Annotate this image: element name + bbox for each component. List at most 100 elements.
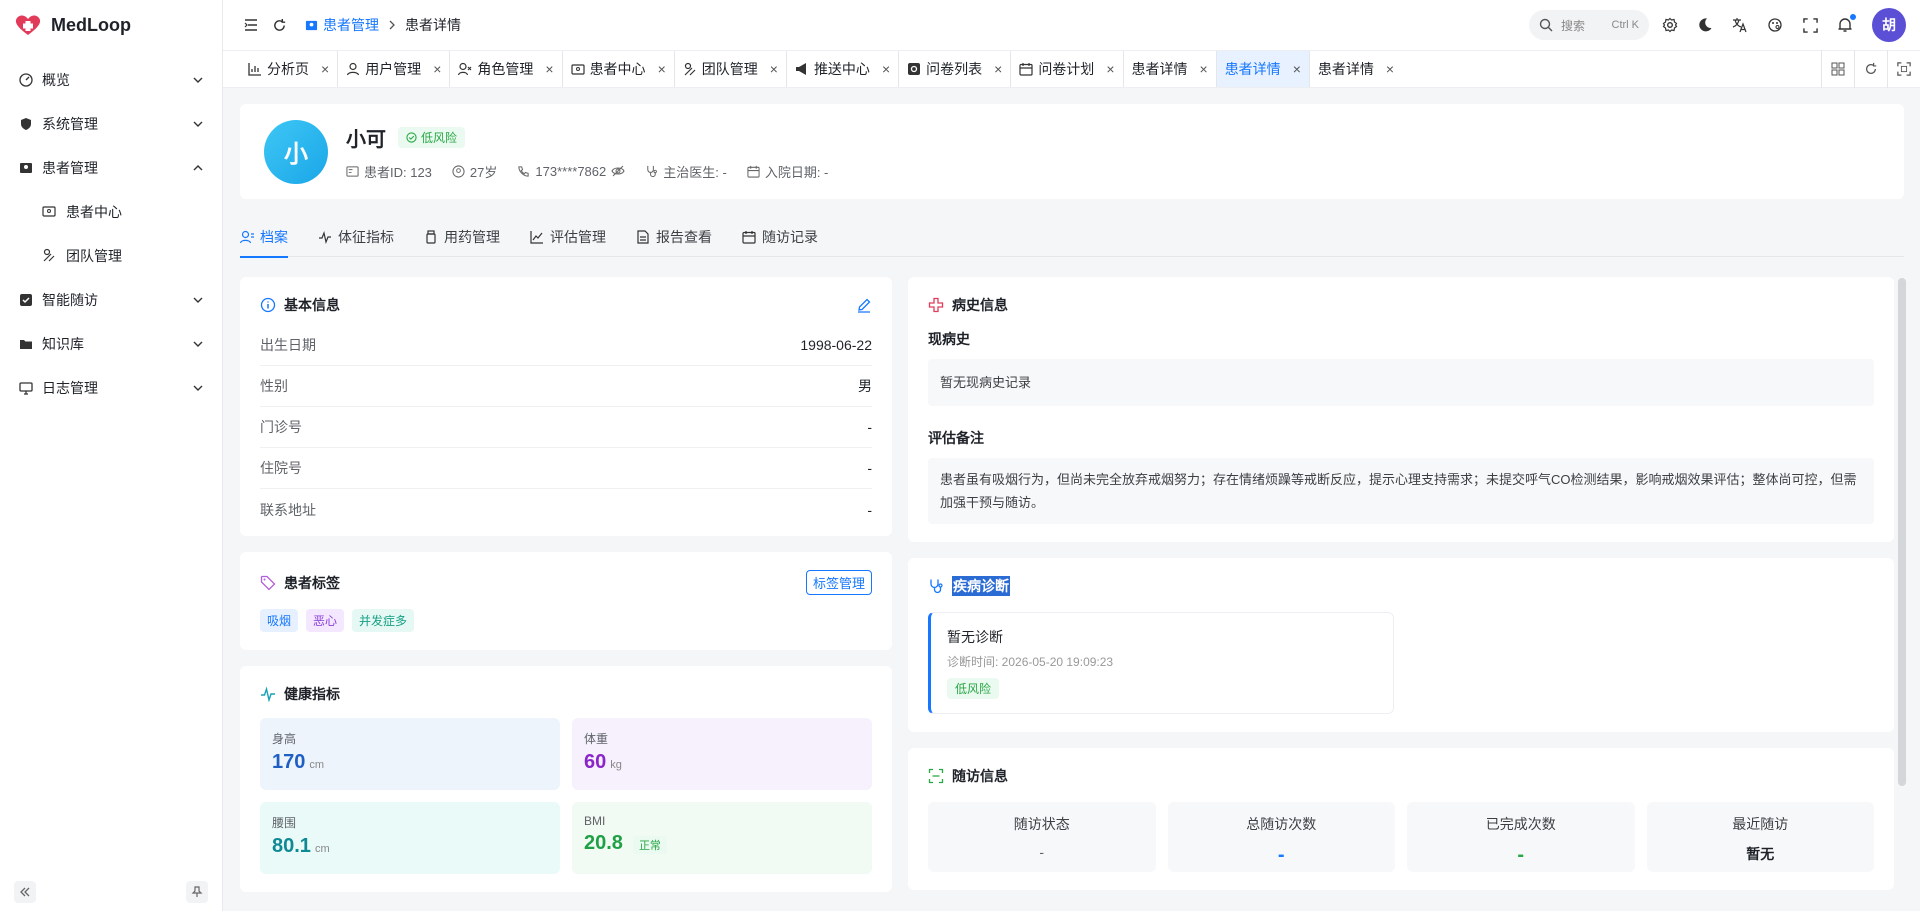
report-icon	[636, 229, 650, 244]
sidebar-item-patients[interactable]: 患者管理	[0, 146, 222, 190]
card-title: 健康指标	[284, 686, 340, 702]
tab-user-management[interactable]: 用户管理 ×	[338, 51, 451, 87]
collapse-sidebar-button[interactable]	[14, 881, 36, 903]
patient-doctor: 主治医生: -	[645, 162, 727, 181]
patient-name: 小可	[346, 128, 386, 151]
dashboard-icon	[18, 72, 34, 88]
close-icon[interactable]: ×	[994, 61, 1002, 77]
breadcrumb-label: 患者管理	[323, 17, 379, 33]
metric-height: 身高 170 cm	[260, 718, 560, 790]
tag-nausea: 恶心	[306, 609, 345, 632]
settings-button[interactable]	[1656, 11, 1684, 39]
diagnosis-item[interactable]: 暂无诊断 诊断时间: 2026-05-20 19:09:23 低风险	[928, 612, 1394, 714]
theme-toggle-button[interactable]	[1691, 11, 1719, 39]
translate-icon	[1732, 17, 1748, 33]
followup-value: 暂无	[1746, 846, 1775, 862]
tab-layout-button[interactable]	[1821, 50, 1854, 88]
sidebar-item-label: 知识库	[42, 336, 84, 352]
tab-refresh-button[interactable]	[1854, 50, 1887, 88]
subtab-assessment[interactable]: 评估管理	[530, 217, 606, 257]
sidebar-item-followup[interactable]: 智能随访	[0, 278, 222, 322]
calendar-icon	[742, 230, 756, 244]
close-icon[interactable]: ×	[1200, 61, 1208, 77]
sidebar-item-knowledge[interactable]: 知识库	[0, 322, 222, 366]
tab-role-management[interactable]: 角色管理 ×	[450, 51, 563, 87]
sidebar-subitem-patient-center[interactable]: 患者中心	[0, 190, 222, 234]
subtab-reports[interactable]: 报告查看	[636, 217, 712, 257]
tab-patient-center[interactable]: 患者中心 ×	[563, 51, 675, 87]
info-row-gender: 性别 男	[260, 366, 872, 407]
pin-sidebar-button[interactable]	[186, 881, 208, 903]
subtab-profile[interactable]: 档案	[240, 217, 288, 258]
content-scrollbar[interactable]	[1898, 278, 1906, 786]
color-theme-button[interactable]	[1761, 11, 1789, 39]
tab-team-management[interactable]: 团队管理 ×	[675, 51, 787, 87]
close-icon[interactable]: ×	[882, 61, 890, 77]
tab-questionnaire-list[interactable]: 问卷列表 ×	[899, 51, 1012, 87]
subtab-label: 体征指标	[338, 228, 394, 245]
edit-icon[interactable]	[856, 297, 872, 313]
profile-icon	[240, 230, 254, 244]
tab-patient-detail[interactable]: 患者详情 ×	[1310, 51, 1402, 87]
info-key: 住院号	[260, 460, 302, 476]
logo[interactable]: MedLoop	[0, 0, 222, 50]
language-button[interactable]	[1726, 11, 1754, 39]
chart-icon	[248, 62, 262, 76]
tab-label: 患者中心	[589, 61, 646, 77]
followup-value: -	[1039, 844, 1045, 860]
double-chevron-left-icon	[19, 886, 31, 898]
info-value: 1998-06-22	[800, 337, 872, 353]
sidebar-subitem-team[interactable]: 团队管理	[0, 234, 222, 278]
tab-label: 推送中心	[813, 61, 870, 77]
followup-value: -	[1277, 844, 1285, 866]
tab-analysis[interactable]: 分析页 ×	[240, 51, 339, 87]
sidebar-item-overview[interactable]: 概览	[0, 58, 222, 102]
stethoscope-icon	[645, 165, 658, 178]
sidebar-subitem-label: 团队管理	[66, 248, 122, 264]
tab-patient-detail-active[interactable]: 患者详情 ×	[1216, 51, 1310, 87]
refresh-button[interactable]	[265, 11, 293, 39]
info-row-address: 联系地址 -	[260, 489, 872, 530]
close-icon[interactable]: ×	[1386, 61, 1394, 77]
followup-status: 随访状态 -	[928, 802, 1156, 872]
menu-toggle-button[interactable]	[237, 11, 265, 39]
subtab-vitals[interactable]: 体征指标	[318, 217, 394, 257]
sidebar-item-system[interactable]: 系统管理	[0, 102, 222, 146]
card-title: 疾病诊断	[952, 576, 1010, 596]
tab-patient-detail[interactable]: 患者详情 ×	[1124, 51, 1217, 87]
notifications-button[interactable]	[1831, 11, 1859, 39]
calendar-icon	[747, 165, 760, 178]
close-icon[interactable]: ×	[770, 61, 778, 77]
followup-label: 最近随访	[1732, 816, 1789, 832]
metric-value: 60	[584, 751, 607, 773]
subtab-medication[interactable]: 用药管理	[424, 217, 500, 257]
user-avatar[interactable]: 胡	[1872, 8, 1906, 42]
patient-tags-card: 患者标签 标签管理 吸烟 恶心 并发症多	[240, 552, 892, 650]
fullscreen-button[interactable]	[1796, 11, 1824, 39]
sidebar-item-label: 日志管理	[42, 380, 98, 396]
info-value: 男	[858, 378, 872, 394]
tab-questionnaire-plan[interactable]: 问卷计划 ×	[1011, 51, 1124, 87]
close-icon[interactable]: ×	[1106, 61, 1114, 77]
scan-icon	[928, 768, 944, 784]
tab-label: 用户管理	[365, 61, 422, 77]
eye-off-icon[interactable]	[611, 164, 625, 178]
close-icon[interactable]: ×	[545, 61, 553, 77]
info-row-outpatient: 门诊号 -	[260, 407, 872, 448]
close-icon[interactable]: ×	[321, 61, 329, 77]
card-title: 基本信息	[284, 297, 340, 313]
close-icon[interactable]: ×	[658, 61, 666, 77]
sidebar-item-label: 概览	[42, 72, 70, 88]
breadcrumb-item[interactable]: 患者管理	[305, 15, 379, 35]
subtab-followup-records[interactable]: 随访记录	[742, 217, 818, 257]
tag-management-button[interactable]: 标签管理	[805, 570, 872, 595]
sidebar-item-logs[interactable]: 日志管理	[0, 366, 222, 410]
tab-push-center[interactable]: 推送中心 ×	[787, 51, 900, 87]
close-icon[interactable]: ×	[433, 61, 441, 77]
trend-icon	[530, 230, 544, 244]
close-icon[interactable]: ×	[1293, 61, 1301, 77]
metric-label: 身高	[272, 732, 297, 746]
tab-maximize-button[interactable]	[1887, 50, 1920, 88]
risk-badge: 低风险	[398, 126, 466, 148]
search-input[interactable]: 搜索 Ctrl K	[1529, 10, 1649, 40]
